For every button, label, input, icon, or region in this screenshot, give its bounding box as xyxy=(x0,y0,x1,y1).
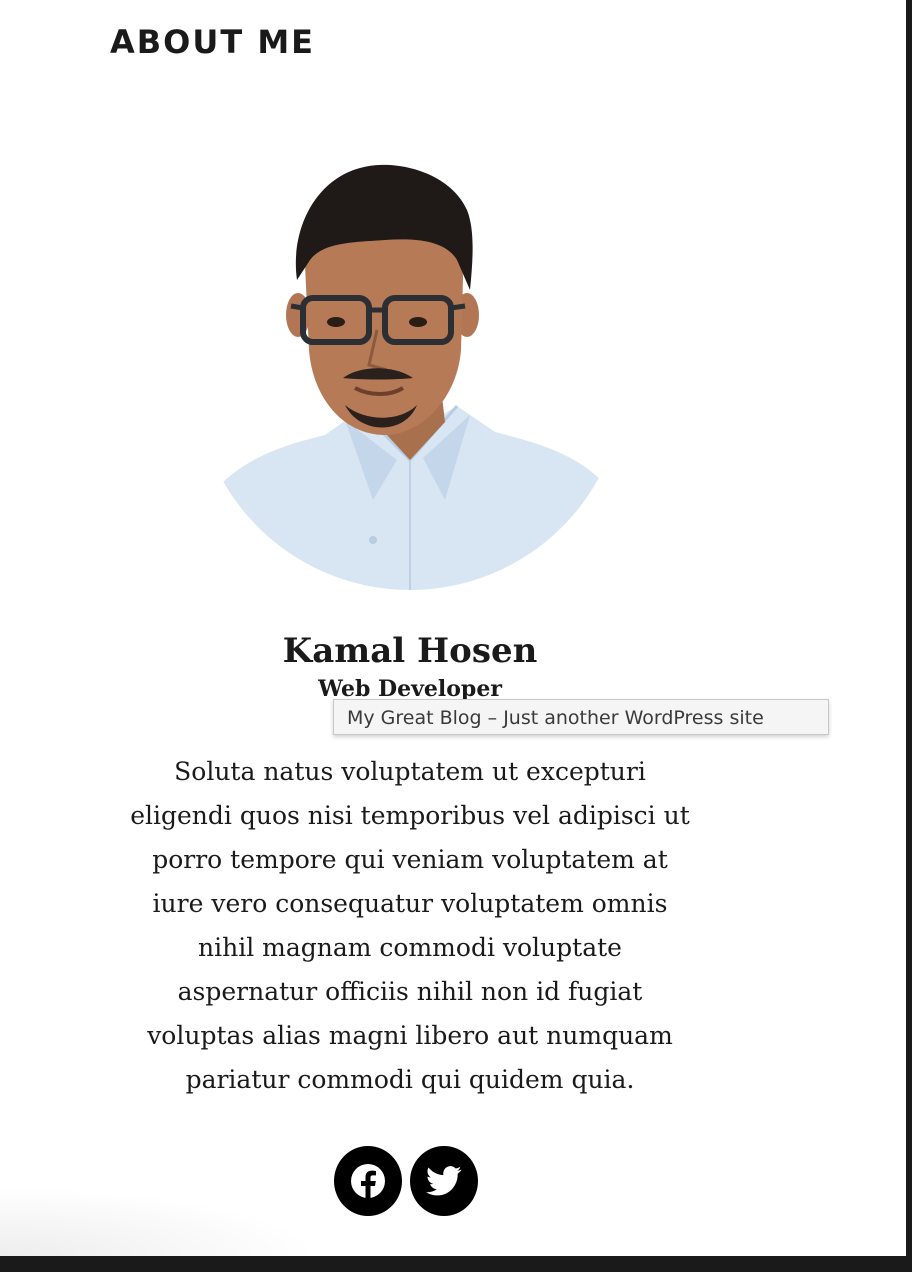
bio-line: Soluta natus voluptatem ut excepturi xyxy=(174,757,646,786)
profile-name: Kamal Hosen xyxy=(282,631,538,671)
site-tooltip: My Great Blog – Just another WordPress s… xyxy=(333,699,829,735)
bottom-shadow xyxy=(0,1186,320,1256)
widget-title: ABOUT ME xyxy=(110,23,316,61)
bio-line: eligendi quos nisi temporibus vel adipis… xyxy=(130,801,690,830)
profile-bio: Soluta natus voluptatem ut excepturi eli… xyxy=(110,750,710,1102)
social-links xyxy=(334,1146,478,1216)
bio-line: porro tempore qui veniam voluptatem at xyxy=(152,845,668,874)
bio-line: iure vero consequatur voluptatem omnis xyxy=(152,889,668,918)
profile-avatar xyxy=(195,160,625,590)
bio-line: aspernatur officiis nihil non id fugiat xyxy=(177,977,643,1006)
facebook-icon xyxy=(351,1164,385,1200)
page-right-edge xyxy=(906,0,912,1272)
facebook-button[interactable] xyxy=(334,1146,402,1216)
twitter-icon xyxy=(426,1166,462,1196)
footer-bar xyxy=(0,1256,912,1272)
bio-line: nihil magnam commodi voluptate xyxy=(198,933,622,962)
bio-line: pariatur commodi qui quidem quia. xyxy=(185,1065,635,1094)
bio-line: voluptas alias magni libero aut numquam xyxy=(147,1021,673,1050)
twitter-button[interactable] xyxy=(410,1146,478,1216)
